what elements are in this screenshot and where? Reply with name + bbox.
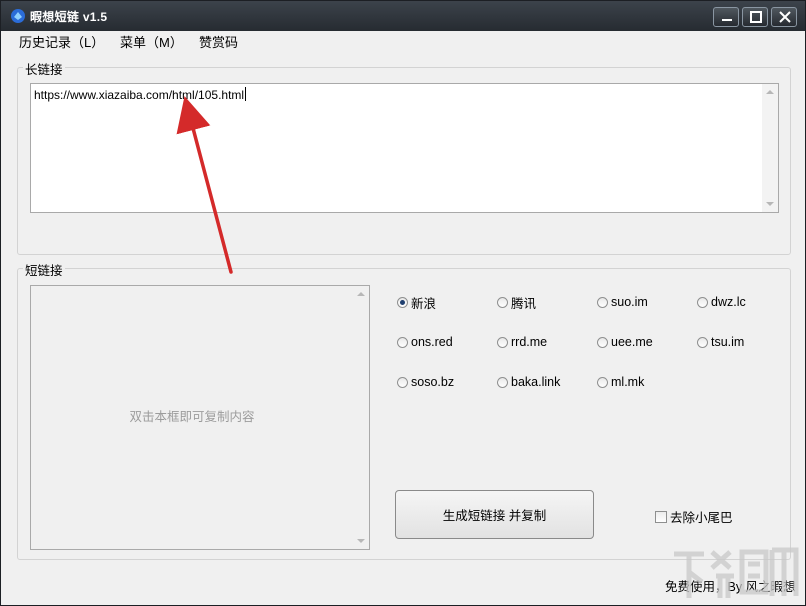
radio-label: 新浪 xyxy=(411,296,437,311)
minimize-button[interactable] xyxy=(713,7,739,27)
radio-button[interactable] xyxy=(497,376,508,388)
radio-provider-baka-link[interactable]: baka.link xyxy=(497,374,560,390)
radio-label: soso.bz xyxy=(411,375,455,389)
short-link-output[interactable]: 双击本框即可复制内容 xyxy=(30,285,370,550)
radio-button[interactable] xyxy=(597,296,608,308)
short-link-label: 短链接 xyxy=(23,260,65,279)
radio-provider-soso-bz[interactable]: soso.bz xyxy=(397,374,454,390)
long-link-scrollbar[interactable] xyxy=(762,84,778,212)
remove-tail-option[interactable]: 去除小尾巴 xyxy=(655,507,733,526)
maximize-button[interactable] xyxy=(742,7,768,27)
radio-provider-ml-mk[interactable]: ml.mk xyxy=(597,374,644,390)
app-window: 暇想短链 v1.5 历史记录（L） 菜单（M） 赞赏码 长链接 https://… xyxy=(0,0,806,606)
long-link-label: 长链接 xyxy=(23,59,65,78)
radio-provider-suo-im[interactable]: suo.im xyxy=(597,294,648,310)
close-icon xyxy=(779,11,791,23)
radio-label: dwz.lc xyxy=(711,295,746,309)
radio-label: baka.link xyxy=(511,375,561,389)
radio-button-checked[interactable] xyxy=(397,296,408,308)
radio-provider-ons-red[interactable]: ons.red xyxy=(397,334,453,350)
long-link-value: https://www.xiazaiba.com/html/105.html xyxy=(34,87,247,102)
scroll-down-icon[interactable] xyxy=(357,539,365,543)
radio-provider-tsu-im[interactable]: tsu.im xyxy=(697,334,744,350)
menu-bar: 历史记录（L） 菜单（M） 赞赏码 xyxy=(1,31,805,51)
radio-provider-tencent[interactable]: 腾讯 xyxy=(497,294,537,311)
remove-tail-checkbox[interactable] xyxy=(655,510,667,523)
radio-provider-uee-me[interactable]: uee.me xyxy=(597,334,653,350)
short-link-scrollbar[interactable] xyxy=(353,286,369,549)
radio-button[interactable] xyxy=(597,376,608,388)
radio-button[interactable] xyxy=(397,336,408,348)
maximize-icon xyxy=(750,11,762,23)
short-link-placeholder: 双击本框即可复制内容 xyxy=(129,410,255,424)
radio-provider-dwz-lc[interactable]: dwz.lc xyxy=(697,294,746,310)
radio-button[interactable] xyxy=(697,296,708,308)
text-caret xyxy=(245,87,247,101)
scroll-up-icon[interactable] xyxy=(766,90,774,94)
watermark-logo xyxy=(674,547,799,598)
long-link-input[interactable]: https://www.xiazaiba.com/html/105.html xyxy=(30,83,779,213)
radio-provider-sina[interactable]: 新浪 xyxy=(397,294,437,311)
radio-label: ons.red xyxy=(411,335,453,349)
radio-button[interactable] xyxy=(397,376,408,388)
generate-copy-button[interactable]: 生成短链接 并复制 xyxy=(395,490,594,539)
radio-label: rrd.me xyxy=(511,335,548,349)
radio-provider-rrd-me[interactable]: rrd.me xyxy=(497,334,547,350)
window-title: 暇想短链 v1.5 xyxy=(30,10,108,24)
radio-label: uee.me xyxy=(611,335,653,349)
radio-label: 腾讯 xyxy=(511,296,537,311)
radio-button[interactable] xyxy=(697,336,708,348)
menu-main[interactable]: 菜单（M） xyxy=(120,32,183,51)
scroll-up-icon[interactable] xyxy=(357,292,365,296)
radio-label: tsu.im xyxy=(711,335,745,349)
radio-button[interactable] xyxy=(497,336,508,348)
remove-tail-label: 去除小尾巴 xyxy=(670,511,733,525)
menu-donate[interactable]: 赞赏码 xyxy=(199,32,238,51)
minimize-icon xyxy=(722,19,732,21)
menu-history[interactable]: 历史记录（L） xyxy=(19,32,104,51)
scroll-down-icon[interactable] xyxy=(766,202,774,206)
close-button[interactable] xyxy=(771,7,797,27)
radio-label: suo.im xyxy=(611,295,648,309)
title-bar[interactable]: 暇想短链 v1.5 xyxy=(1,1,805,31)
app-logo-icon xyxy=(11,9,25,23)
radio-button[interactable] xyxy=(497,296,508,308)
radio-label: ml.mk xyxy=(611,375,645,389)
radio-button[interactable] xyxy=(597,336,608,348)
